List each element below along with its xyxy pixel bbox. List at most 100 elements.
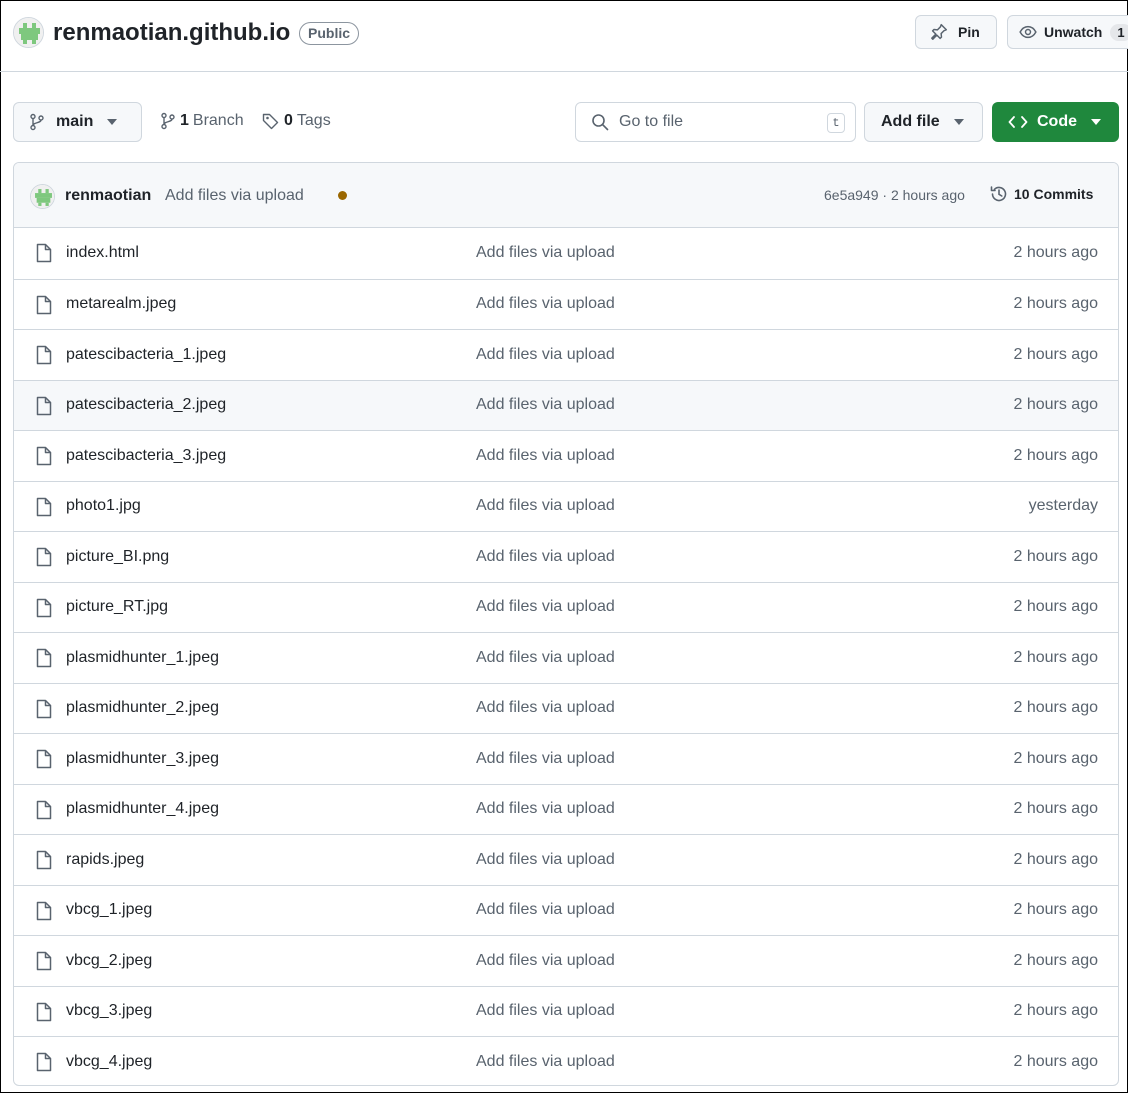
file-icon — [36, 396, 52, 415]
file-commit-message-link[interactable]: Add files via upload — [476, 346, 615, 364]
file-icon-wrap — [35, 345, 53, 370]
branch-selector-button[interactable]: main — [13, 102, 142, 142]
file-icon-wrap — [35, 1052, 53, 1077]
file-commit-message-link[interactable]: Add files via upload — [476, 699, 615, 717]
file-commit-time: 2 hours ago — [1013, 1052, 1098, 1070]
table-row[interactable]: vbcg_1.jpeg Add files via upload 2 hours a… — [14, 884, 1118, 936]
owner-avatar[interactable] — [13, 17, 44, 48]
file-commit-time: 2 hours ago — [1013, 295, 1098, 313]
file-icon-wrap — [35, 446, 53, 471]
file-commit-time: 2 hours ago — [1013, 850, 1098, 868]
file-commit-message-link[interactable]: Add files via upload — [476, 800, 615, 818]
file-commit-message-link[interactable]: Add files via upload — [476, 598, 615, 616]
file-commit-time: 2 hours ago — [1013, 800, 1098, 818]
commit-status-indicator[interactable] — [338, 191, 347, 200]
commit-message-link[interactable]: Add files via upload — [165, 187, 304, 205]
file-icon — [36, 800, 52, 819]
file-commit-time: 2 hours ago — [1013, 598, 1098, 616]
table-row[interactable]: vbcg_3.jpeg Add files via upload 2 hours a… — [14, 985, 1118, 1037]
commit-author-avatar[interactable] — [30, 184, 55, 209]
file-commit-message-link[interactable]: Add files via upload — [476, 1002, 615, 1020]
file-commit-message-link[interactable]: Add files via upload — [476, 295, 615, 313]
file-icon-wrap — [35, 497, 53, 522]
file-icon — [36, 446, 52, 466]
file-name-link[interactable]: photo1.jpg — [66, 497, 141, 515]
file-icon — [36, 951, 52, 971]
table-row[interactable]: metarealm.jpeg Add files via upload 2 hour… — [14, 278, 1118, 330]
table-row[interactable]: patescibacteria_3.jpeg Add files via uplo… — [14, 430, 1118, 481]
table-row[interactable]: vbcg_2.jpeg Add files via upload 2 hours a… — [14, 935, 1118, 986]
table-row[interactable]: rapids.jpeg Add files via upload 2 hours a… — [14, 834, 1118, 885]
file-commit-message-link[interactable]: Add files via upload — [476, 649, 615, 667]
branches-link[interactable]: 1 Branch — [160, 112, 244, 130]
commits-history-link[interactable]: 10 Commits — [989, 184, 1093, 204]
file-commit-message-link[interactable]: Add files via upload — [476, 244, 615, 262]
file-name-link[interactable]: metarealm.jpeg — [66, 295, 176, 313]
file-commit-message-link[interactable]: Add files via upload — [476, 952, 615, 970]
file-name-link[interactable]: vbcg_4.jpeg — [66, 1053, 152, 1071]
file-commit-message-link[interactable]: Add files via upload — [476, 750, 615, 768]
file-name-link[interactable]: picture_BI.png — [66, 548, 169, 566]
file-icon — [36, 1052, 52, 1072]
table-row[interactable]: plasmidhunter_2.jpeg Add files via upload… — [14, 682, 1118, 734]
caret-down-icon — [1091, 119, 1101, 125]
file-icon — [36, 749, 52, 769]
file-name-link[interactable]: vbcg_1.jpeg — [66, 901, 152, 919]
file-name-link[interactable]: patescibacteria_2.jpeg — [66, 396, 226, 414]
file-name-link[interactable]: picture_RT.jpg — [66, 598, 168, 616]
file-icon — [36, 699, 52, 718]
file-icon-wrap — [35, 598, 53, 623]
file-commit-message-link[interactable]: Add files via upload — [476, 851, 615, 869]
file-icon-wrap — [35, 648, 53, 673]
file-name-link[interactable]: vbcg_2.jpeg — [66, 952, 152, 970]
go-to-file-search[interactable]: t — [575, 102, 856, 142]
file-commit-message-link[interactable]: Add files via upload — [476, 396, 615, 414]
file-commit-time: 2 hours ago — [1013, 244, 1098, 262]
commit-author-link[interactable]: renmaotian — [65, 187, 151, 205]
file-name-link[interactable]: index.html — [66, 244, 139, 262]
tag-icon — [262, 113, 279, 130]
commit-hash-time[interactable]: 6e5a949 · 2 hours ago — [824, 187, 965, 203]
file-commit-message-link[interactable]: Add files via upload — [476, 548, 615, 566]
table-row[interactable]: picture_RT.jpg Add files via upload 2 hour… — [14, 581, 1118, 633]
table-row[interactable]: photo1.jpg Add files via upload yesterday — [14, 480, 1118, 532]
add-file-button[interactable]: Add file — [864, 102, 983, 142]
file-name-link[interactable]: patescibacteria_3.jpeg — [66, 447, 226, 465]
file-name-link[interactable]: plasmidhunter_1.jpeg — [66, 649, 219, 667]
repo-name-link[interactable]: renmaotian.github.io — [53, 19, 290, 47]
file-icon-wrap — [35, 901, 53, 926]
file-name-link[interactable]: plasmidhunter_2.jpeg — [66, 699, 219, 717]
code-button[interactable]: Code — [992, 102, 1119, 142]
code-icon — [1008, 116, 1028, 128]
table-row[interactable]: plasmidhunter_1.jpeg Add files via upload… — [14, 632, 1118, 683]
table-row[interactable]: plasmidhunter_4.jpeg Add files via upload… — [14, 783, 1118, 835]
file-commit-message-link[interactable]: Add files via upload — [476, 447, 615, 465]
eye-icon — [1019, 25, 1037, 39]
table-row[interactable]: vbcg_4.jpeg Add files via upload 2 hours a… — [14, 1036, 1118, 1085]
go-to-file-input[interactable] — [619, 113, 809, 131]
file-commit-message-link[interactable]: Add files via upload — [476, 901, 615, 919]
file-name-link[interactable]: rapids.jpeg — [66, 851, 144, 869]
file-commit-time: 2 hours ago — [1013, 749, 1098, 767]
file-name-link[interactable]: vbcg_3.jpeg — [66, 1002, 152, 1020]
pin-button[interactable]: Pin — [915, 15, 997, 49]
tags-count: 0 — [284, 112, 293, 129]
file-icon-wrap — [35, 951, 53, 976]
file-commit-message-link[interactable]: Add files via upload — [476, 1053, 615, 1071]
table-row[interactable]: index.html Add files via upload 2 hours ag… — [14, 228, 1118, 279]
table-row[interactable]: picture_BI.png Add files via upload 2 hour… — [14, 531, 1118, 582]
table-row[interactable]: patescibacteria_2.jpeg Add files via uplo… — [14, 379, 1118, 430]
tags-link[interactable]: 0 Tags — [262, 112, 331, 130]
latest-commit-bar: renmaotian Add files via upload 6e5a949 … — [14, 163, 1118, 228]
keyboard-shortcut-hint: t — [827, 113, 845, 133]
file-commit-time: 2 hours ago — [1013, 446, 1098, 464]
table-row[interactable]: patescibacteria_1.jpeg Add files via uplo… — [14, 329, 1118, 380]
repo-header: renmaotian.github.io Public Pin Unwatch … — [0, 0, 1128, 72]
file-name-link[interactable]: patescibacteria_1.jpeg — [66, 346, 226, 364]
table-row[interactable]: plasmidhunter_3.jpeg Add files via upload… — [14, 733, 1118, 784]
file-name-link[interactable]: plasmidhunter_3.jpeg — [66, 750, 219, 768]
unwatch-button[interactable]: Unwatch 1 — [1007, 15, 1128, 49]
file-commit-message-link[interactable]: Add files via upload — [476, 497, 615, 515]
file-name-link[interactable]: plasmidhunter_4.jpeg — [66, 800, 219, 818]
file-commit-time: 2 hours ago — [1013, 699, 1098, 717]
